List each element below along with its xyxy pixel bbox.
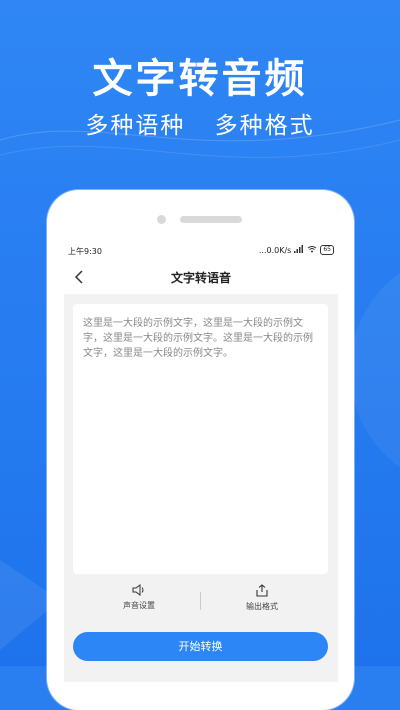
status-indicators: ...0.0K/s 65 [259,245,334,255]
output-format-label: 输出格式 [246,602,278,611]
network-speed: ...0.0K/s [258,245,292,255]
signal-icon [294,245,304,255]
speaker-icon [132,584,144,596]
text-input-area[interactable]: 这里是一大段的示例文字，这里是一大段的示例文字，这里是一大段的示例文字。这里是一… [73,304,328,574]
phone-screen: 上午9:30 ...0.0K/s 65 文字转语音 这里是一大段的示例文字，这里… [64,242,338,682]
text-content[interactable]: 这里是一大段的示例文字，这里是一大段的示例文字，这里是一大段的示例文字。这里是一… [73,304,328,373]
hero-subtitle-languages: 多种语种 [85,113,186,139]
page-title: 文字转语音 [170,271,231,285]
battery-indicator: 65 [320,245,334,255]
action-bar: 声音设置 输出格式 [64,584,338,624]
voice-settings-button[interactable]: 声音设置 [89,584,189,611]
phone-speaker [180,216,242,223]
status-bar: 上午9:30 ...0.0K/s 65 [64,242,338,262]
nav-bar: 文字转语音 [64,262,338,294]
output-format-button[interactable]: 输出格式 [212,584,312,612]
hero-subtitle: 多种语种 多种格式 [0,106,400,140]
action-divider [200,592,201,610]
content-area: 这里是一大段的示例文字，这里是一大段的示例文字，这里是一大段的示例文字。这里是一… [64,294,338,682]
wifi-icon [307,245,317,255]
voice-settings-label: 声音设置 [123,601,155,610]
status-time: 上午9:30 [68,247,102,256]
start-convert-button[interactable]: 开始转换 [73,632,328,661]
share-export-icon [256,584,268,597]
phone-mockup: 上午9:30 ...0.0K/s 65 文字转语音 这里是一大段的示例文字，这里… [47,190,354,710]
hero-subtitle-formats: 多种格式 [214,113,315,139]
camera-dot [157,215,166,224]
hero-title: 文字转音频 [92,56,308,102]
